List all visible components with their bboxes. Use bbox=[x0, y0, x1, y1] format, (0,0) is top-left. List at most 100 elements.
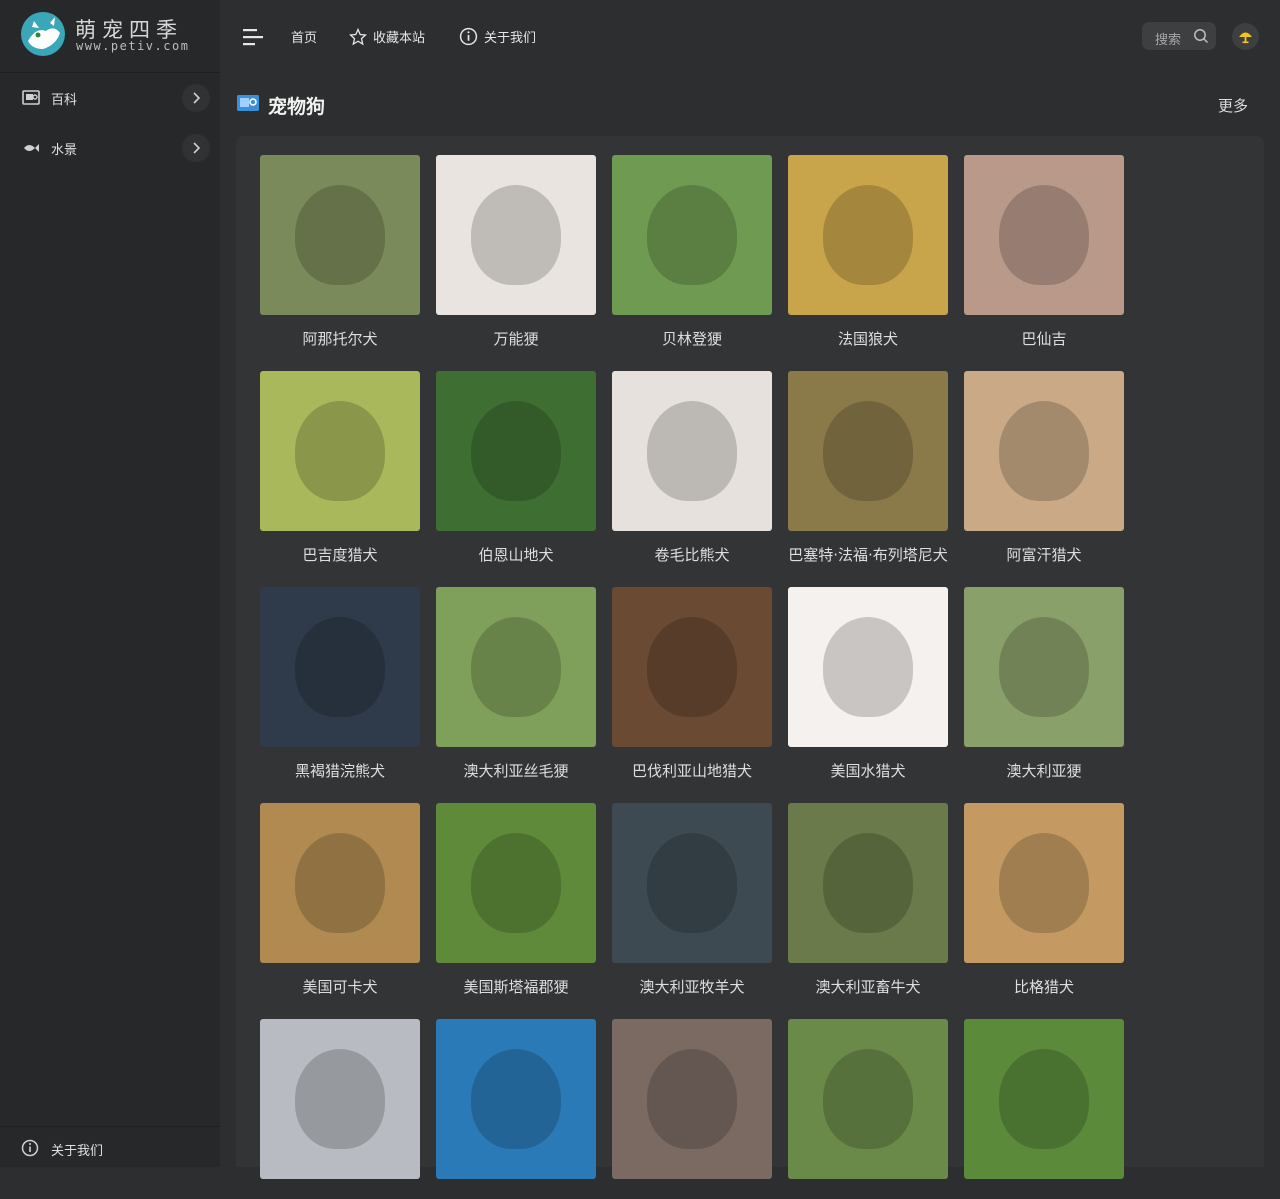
menu-icon[interactable] bbox=[242, 26, 264, 48]
encyclopedia-icon bbox=[237, 95, 259, 111]
breed-photo[interactable] bbox=[788, 155, 948, 315]
breed-name[interactable]: 万能㹴 bbox=[436, 327, 596, 351]
breed-card[interactable]: 巴伐利亚山地猎犬 bbox=[612, 587, 772, 783]
breed-card[interactable]: 法国狼犬 bbox=[788, 155, 948, 351]
breed-name[interactable]: 澳大利亚丝毛㹴 bbox=[436, 759, 596, 783]
breed-card[interactable]: 澳大利亚牧羊犬 bbox=[612, 803, 772, 999]
breed-photo[interactable] bbox=[788, 1019, 948, 1179]
breed-photo[interactable] bbox=[964, 371, 1124, 531]
search-label: 搜索 bbox=[1155, 33, 1182, 48]
breed-photo[interactable] bbox=[436, 1019, 596, 1179]
breed-name[interactable]: 贝林登㹴 bbox=[612, 327, 772, 351]
chevron-right-icon[interactable] bbox=[182, 134, 210, 162]
breed-name[interactable]: 黑褐猎浣熊犬 bbox=[260, 759, 420, 783]
breed-card[interactable]: 澳大利亚畜牛犬 bbox=[788, 803, 948, 999]
breed-card[interactable]: 阿富汗猎犬 bbox=[964, 371, 1124, 567]
nav-home[interactable]: 首页 bbox=[291, 27, 317, 46]
search-box[interactable]: 搜索 bbox=[1142, 22, 1216, 50]
breed-name[interactable]: 阿富汗猎犬 bbox=[964, 543, 1124, 567]
breed-photo[interactable] bbox=[260, 1019, 420, 1179]
breed-name[interactable]: 巴伐利亚山地猎犬 bbox=[612, 759, 772, 783]
breed-photo[interactable] bbox=[260, 155, 420, 315]
breed-photo[interactable] bbox=[436, 803, 596, 963]
breed-photo[interactable] bbox=[612, 803, 772, 963]
nav-about[interactable]: 关于我们 bbox=[459, 27, 536, 46]
breed-name[interactable]: 比格猎犬 bbox=[964, 975, 1124, 999]
sidebar-item-aquarium[interactable]: 水景 bbox=[0, 124, 220, 172]
breed-card[interactable]: 阿那托尔犬 bbox=[260, 155, 420, 351]
breed-name[interactable]: 巴塞特·法福·布列塔尼犬 bbox=[788, 543, 948, 567]
breed-photo[interactable] bbox=[612, 1019, 772, 1179]
breed-name[interactable]: 美国斯塔福郡㹴 bbox=[436, 975, 596, 999]
breed-card[interactable]: 伯恩山地犬 bbox=[436, 371, 596, 567]
breed-photo[interactable] bbox=[436, 155, 596, 315]
nav-bookmark[interactable]: 收藏本站 bbox=[349, 27, 425, 46]
breed-photo[interactable] bbox=[964, 803, 1124, 963]
sidebar-item-encyclopedia[interactable]: 百科 bbox=[0, 74, 220, 122]
sidebar-item-label: 百科 bbox=[51, 93, 78, 108]
breed-card[interactable]: 卷毛比熊犬 bbox=[612, 371, 772, 567]
breed-card[interactable]: 巴吉度猎犬 bbox=[260, 371, 420, 567]
info-icon bbox=[21, 1139, 39, 1157]
breed-name[interactable]: 卷毛比熊犬 bbox=[612, 543, 772, 567]
breed-photo[interactable] bbox=[788, 587, 948, 747]
breed-photo[interactable] bbox=[964, 1019, 1124, 1179]
theme-toggle-button[interactable] bbox=[1232, 23, 1259, 50]
brand-url: www.petiv.com bbox=[76, 39, 190, 53]
breed-card[interactable] bbox=[964, 1019, 1124, 1179]
breed-card[interactable]: 万能㹴 bbox=[436, 155, 596, 351]
breed-photo[interactable] bbox=[260, 587, 420, 747]
breed-card[interactable] bbox=[788, 1019, 948, 1179]
breed-name[interactable]: 澳大利亚畜牛犬 bbox=[788, 975, 948, 999]
breed-name[interactable]: 美国水猎犬 bbox=[788, 759, 948, 783]
breed-grid: 阿那托尔犬 万能㹴 贝林登㹴 法国狼犬 巴仙吉巴吉度猎犬 伯恩山地犬 卷毛比熊犬 巴塞特·法福… bbox=[260, 155, 1140, 1199]
breed-photo[interactable] bbox=[612, 371, 772, 531]
breed-card[interactable] bbox=[436, 1019, 596, 1179]
breed-photo[interactable] bbox=[612, 155, 772, 315]
breed-photo[interactable] bbox=[436, 371, 596, 531]
breed-photo[interactable] bbox=[436, 587, 596, 747]
search-icon[interactable] bbox=[1193, 28, 1209, 44]
breed-photo[interactable] bbox=[788, 371, 948, 531]
info-icon bbox=[459, 27, 478, 46]
breed-photo[interactable] bbox=[260, 803, 420, 963]
sidebar-about-link[interactable]: 关于我们 bbox=[0, 1126, 220, 1168]
breed-name[interactable]: 法国狼犬 bbox=[788, 327, 948, 351]
breed-panel: 阿那托尔犬 万能㹴 贝林登㹴 法国狼犬 巴仙吉巴吉度猎犬 伯恩山地犬 卷毛比熊犬 巴塞特·法福… bbox=[236, 136, 1264, 1179]
section-header: 宠物狗 更多 bbox=[236, 88, 1264, 124]
breed-photo[interactable] bbox=[260, 371, 420, 531]
breed-name[interactable]: 伯恩山地犬 bbox=[436, 543, 596, 567]
fish-icon bbox=[24, 144, 39, 152]
nav-bookmark-label: 收藏本站 bbox=[373, 31, 426, 46]
breed-name[interactable]: 巴吉度猎犬 bbox=[260, 543, 420, 567]
breed-card[interactable]: 澳大利亚㹴 bbox=[964, 587, 1124, 783]
theme-toggle-icon bbox=[1239, 32, 1252, 44]
breed-card[interactable] bbox=[260, 1019, 420, 1179]
breed-name[interactable]: 澳大利亚牧羊犬 bbox=[612, 975, 772, 999]
breed-name[interactable]: 澳大利亚㹴 bbox=[964, 759, 1124, 783]
breed-photo[interactable] bbox=[788, 803, 948, 963]
breed-card[interactable]: 澳大利亚丝毛㹴 bbox=[436, 587, 596, 783]
breed-photo[interactable] bbox=[964, 587, 1124, 747]
breed-name[interactable]: 巴仙吉 bbox=[964, 327, 1124, 351]
sidebar: 萌宠四季 www.petiv.com 百科 水景 关于我们 bbox=[0, 0, 220, 1167]
breed-photo[interactable] bbox=[964, 155, 1124, 315]
breed-card[interactable] bbox=[612, 1019, 772, 1179]
chevron-right-icon[interactable] bbox=[182, 84, 210, 112]
breed-card[interactable]: 美国斯塔福郡㹴 bbox=[436, 803, 596, 999]
breed-card[interactable]: 美国可卡犬 bbox=[260, 803, 420, 999]
breed-card[interactable]: 贝林登㹴 bbox=[612, 155, 772, 351]
breed-card[interactable]: 巴仙吉 bbox=[964, 155, 1124, 351]
breed-card[interactable]: 巴塞特·法福·布列塔尼犬 bbox=[788, 371, 948, 567]
breed-photo[interactable] bbox=[612, 587, 772, 747]
brand-logo[interactable]: 萌宠四季 www.petiv.com bbox=[0, 0, 220, 73]
breed-card[interactable]: 比格猎犬 bbox=[964, 803, 1124, 999]
nav-about-label: 关于我们 bbox=[484, 31, 537, 46]
top-header: 首页 收藏本站 关于我们 搜索 bbox=[220, 0, 1280, 72]
breed-card[interactable]: 黑褐猎浣熊犬 bbox=[260, 587, 420, 783]
breed-name[interactable]: 美国可卡犬 bbox=[260, 975, 420, 999]
breed-name[interactable]: 阿那托尔犬 bbox=[260, 327, 420, 351]
more-link[interactable]: 更多 bbox=[1218, 95, 1248, 116]
encyclopedia-icon bbox=[22, 90, 40, 105]
breed-card[interactable]: 美国水猎犬 bbox=[788, 587, 948, 783]
